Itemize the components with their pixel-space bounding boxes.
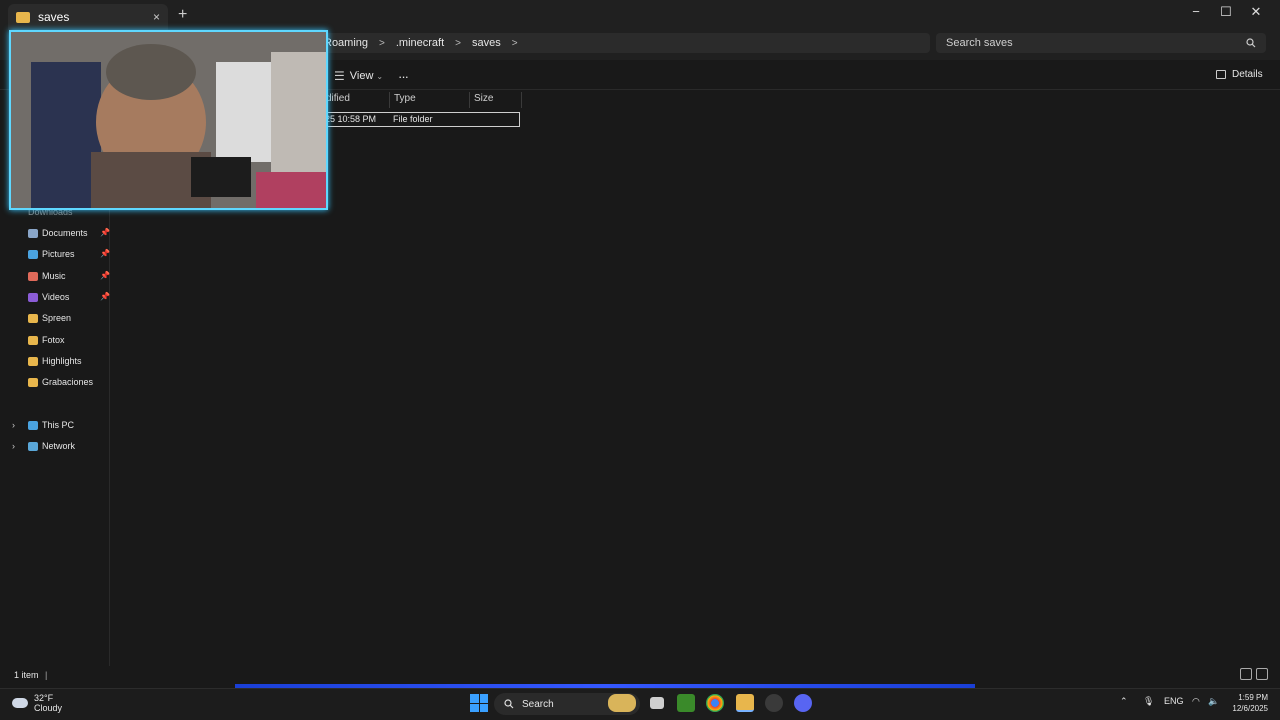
column-size[interactable]: Size	[470, 92, 522, 108]
sidebar-item-label: Music	[42, 271, 66, 281]
sidebar-item-grabaciones[interactable]: Grabaciones	[28, 374, 93, 390]
pin-icon[interactable]: 📌	[100, 228, 110, 237]
sidebar-item-network[interactable]: Network	[28, 438, 75, 454]
column-type[interactable]: Type	[390, 92, 470, 108]
breadcrumb[interactable]: Roaming > .minecraft > saves >	[322, 33, 930, 53]
sidebar-item-label: Grabaciones	[42, 377, 94, 387]
expand-this-pc-icon[interactable]: ›	[12, 420, 15, 430]
breadcrumb-minecraft[interactable]: .minecraft	[396, 37, 444, 49]
sidebar-item-label: Pictures	[42, 249, 75, 259]
minimize-button[interactable]: −	[1184, 4, 1208, 19]
view-label: View	[349, 70, 374, 82]
chrome-icon[interactable]	[706, 694, 724, 712]
details-label: Details	[1232, 69, 1263, 80]
network-icon	[28, 441, 38, 451]
search-placeholder: Search saves	[946, 37, 1013, 49]
tiles-view-icon[interactable]	[1256, 668, 1268, 680]
pc-icon	[28, 420, 38, 430]
taskbar-search-label: Search	[522, 698, 554, 710]
pin-icon[interactable]: 📌	[100, 292, 110, 301]
tab-close-icon[interactable]: ×	[153, 10, 160, 24]
sidebar-item-highlights[interactable]: Highlights	[28, 353, 82, 369]
folder-icon	[28, 335, 38, 345]
weather-temp: 32°F	[34, 693, 54, 703]
chevron-right-icon[interactable]: >	[512, 38, 518, 49]
language-indicator[interactable]: ENG	[1164, 696, 1184, 706]
sidebar-item-fotox[interactable]: Fotox	[28, 332, 65, 348]
folder-icon	[28, 271, 38, 281]
breadcrumb-saves[interactable]: saves	[472, 37, 501, 49]
widgets-icon[interactable]	[608, 694, 636, 712]
clock-date: 12/6/2025	[1232, 704, 1268, 713]
chevron-right-icon: >	[379, 37, 385, 49]
webcam-overlay	[9, 30, 328, 210]
file-explorer-icon[interactable]	[736, 694, 754, 712]
chevron-down-icon: ⌄	[376, 71, 384, 81]
title-bar	[0, 0, 1280, 30]
folder-icon	[28, 228, 38, 238]
tab-saves[interactable]: saves ×	[8, 4, 168, 30]
sidebar-item-label: Highlights	[42, 356, 82, 366]
search-icon	[1246, 38, 1256, 48]
details-view-icon[interactable]	[1240, 668, 1252, 680]
row-type: File folder	[393, 114, 433, 124]
sidebar-item-videos[interactable]: Videos	[28, 289, 69, 305]
sidebar-item-label: Network	[42, 441, 76, 451]
table-row[interactable]: 25 10:58 PM File folder	[322, 112, 520, 127]
folder-icon	[28, 292, 38, 302]
folder-icon	[16, 11, 30, 23]
pin-icon[interactable]: 📌	[100, 249, 110, 258]
pin-icon[interactable]: 📌	[100, 271, 110, 280]
weather-condition: Cloudy	[34, 703, 63, 713]
tab-title: saves	[38, 10, 70, 24]
sidebar-item-label: Videos	[42, 292, 70, 302]
status-item-count: 1 item |	[14, 670, 48, 680]
sidebar-item-this-pc[interactable]: This PC	[28, 417, 74, 433]
sidebar-item-label: Documents	[42, 228, 88, 238]
maximize-button[interactable]: ☐	[1214, 4, 1238, 20]
sidebar-item-label: Spreen	[42, 313, 72, 323]
sidebar-item-documents[interactable]: Documents	[28, 225, 88, 241]
sidebar-item-label: This PC	[42, 420, 75, 430]
chevron-up-icon[interactable]: ⌃	[1120, 696, 1128, 707]
sidebar-item-music[interactable]: Music	[28, 268, 66, 284]
row-modified: 25 10:58 PM	[325, 114, 377, 124]
start-button-windows-icon[interactable]	[470, 694, 488, 712]
discord-icon[interactable]	[794, 694, 812, 712]
sidebar-item-spreen[interactable]: Spreen	[28, 310, 71, 326]
taskbar	[0, 688, 1280, 720]
volume-icon[interactable]: 🔈	[1208, 696, 1219, 707]
item-count-text: 1 item	[14, 670, 39, 680]
expand-network-icon[interactable]: ›	[12, 441, 15, 451]
microphone-icon[interactable]: 🎙	[1143, 696, 1154, 707]
search-icon	[504, 699, 514, 709]
webcam-image	[11, 32, 326, 208]
sidebar-item-label: Fotox	[42, 335, 65, 345]
details-button[interactable]: Details	[1216, 69, 1263, 80]
taskbar-clock[interactable]: 1:59 PM 12/6/2025	[1226, 692, 1268, 714]
view-button[interactable]: ☰ View ⌄	[334, 69, 383, 83]
folder-icon	[28, 356, 38, 366]
folder-icon	[28, 249, 38, 259]
more-options-button[interactable]: ···	[398, 69, 409, 84]
weather-widget[interactable]: 32°F Cloudy	[12, 693, 62, 713]
minecraft-launcher-icon[interactable]	[677, 694, 695, 712]
details-pane-icon	[1216, 70, 1226, 79]
task-view-icon[interactable]	[650, 697, 664, 709]
breadcrumb-roaming[interactable]: Roaming	[324, 37, 368, 49]
chevron-right-icon: >	[455, 37, 462, 49]
sidebar-item-pictures[interactable]: Pictures	[28, 246, 75, 262]
search-input[interactable]: Search saves	[936, 33, 1266, 53]
folder-icon	[28, 313, 38, 323]
new-tab-button[interactable]: +	[178, 6, 187, 24]
view-icon: ☰	[334, 69, 345, 83]
wifi-icon[interactable]: ◠	[1192, 696, 1200, 707]
column-date-modified[interactable]: dified	[322, 92, 390, 108]
clock-time: 1:59 PM	[1238, 693, 1268, 702]
folder-icon	[28, 377, 38, 387]
app-icon[interactable]	[765, 694, 783, 712]
close-window-button[interactable]: ✕	[1244, 4, 1268, 20]
cloud-icon	[12, 698, 28, 708]
